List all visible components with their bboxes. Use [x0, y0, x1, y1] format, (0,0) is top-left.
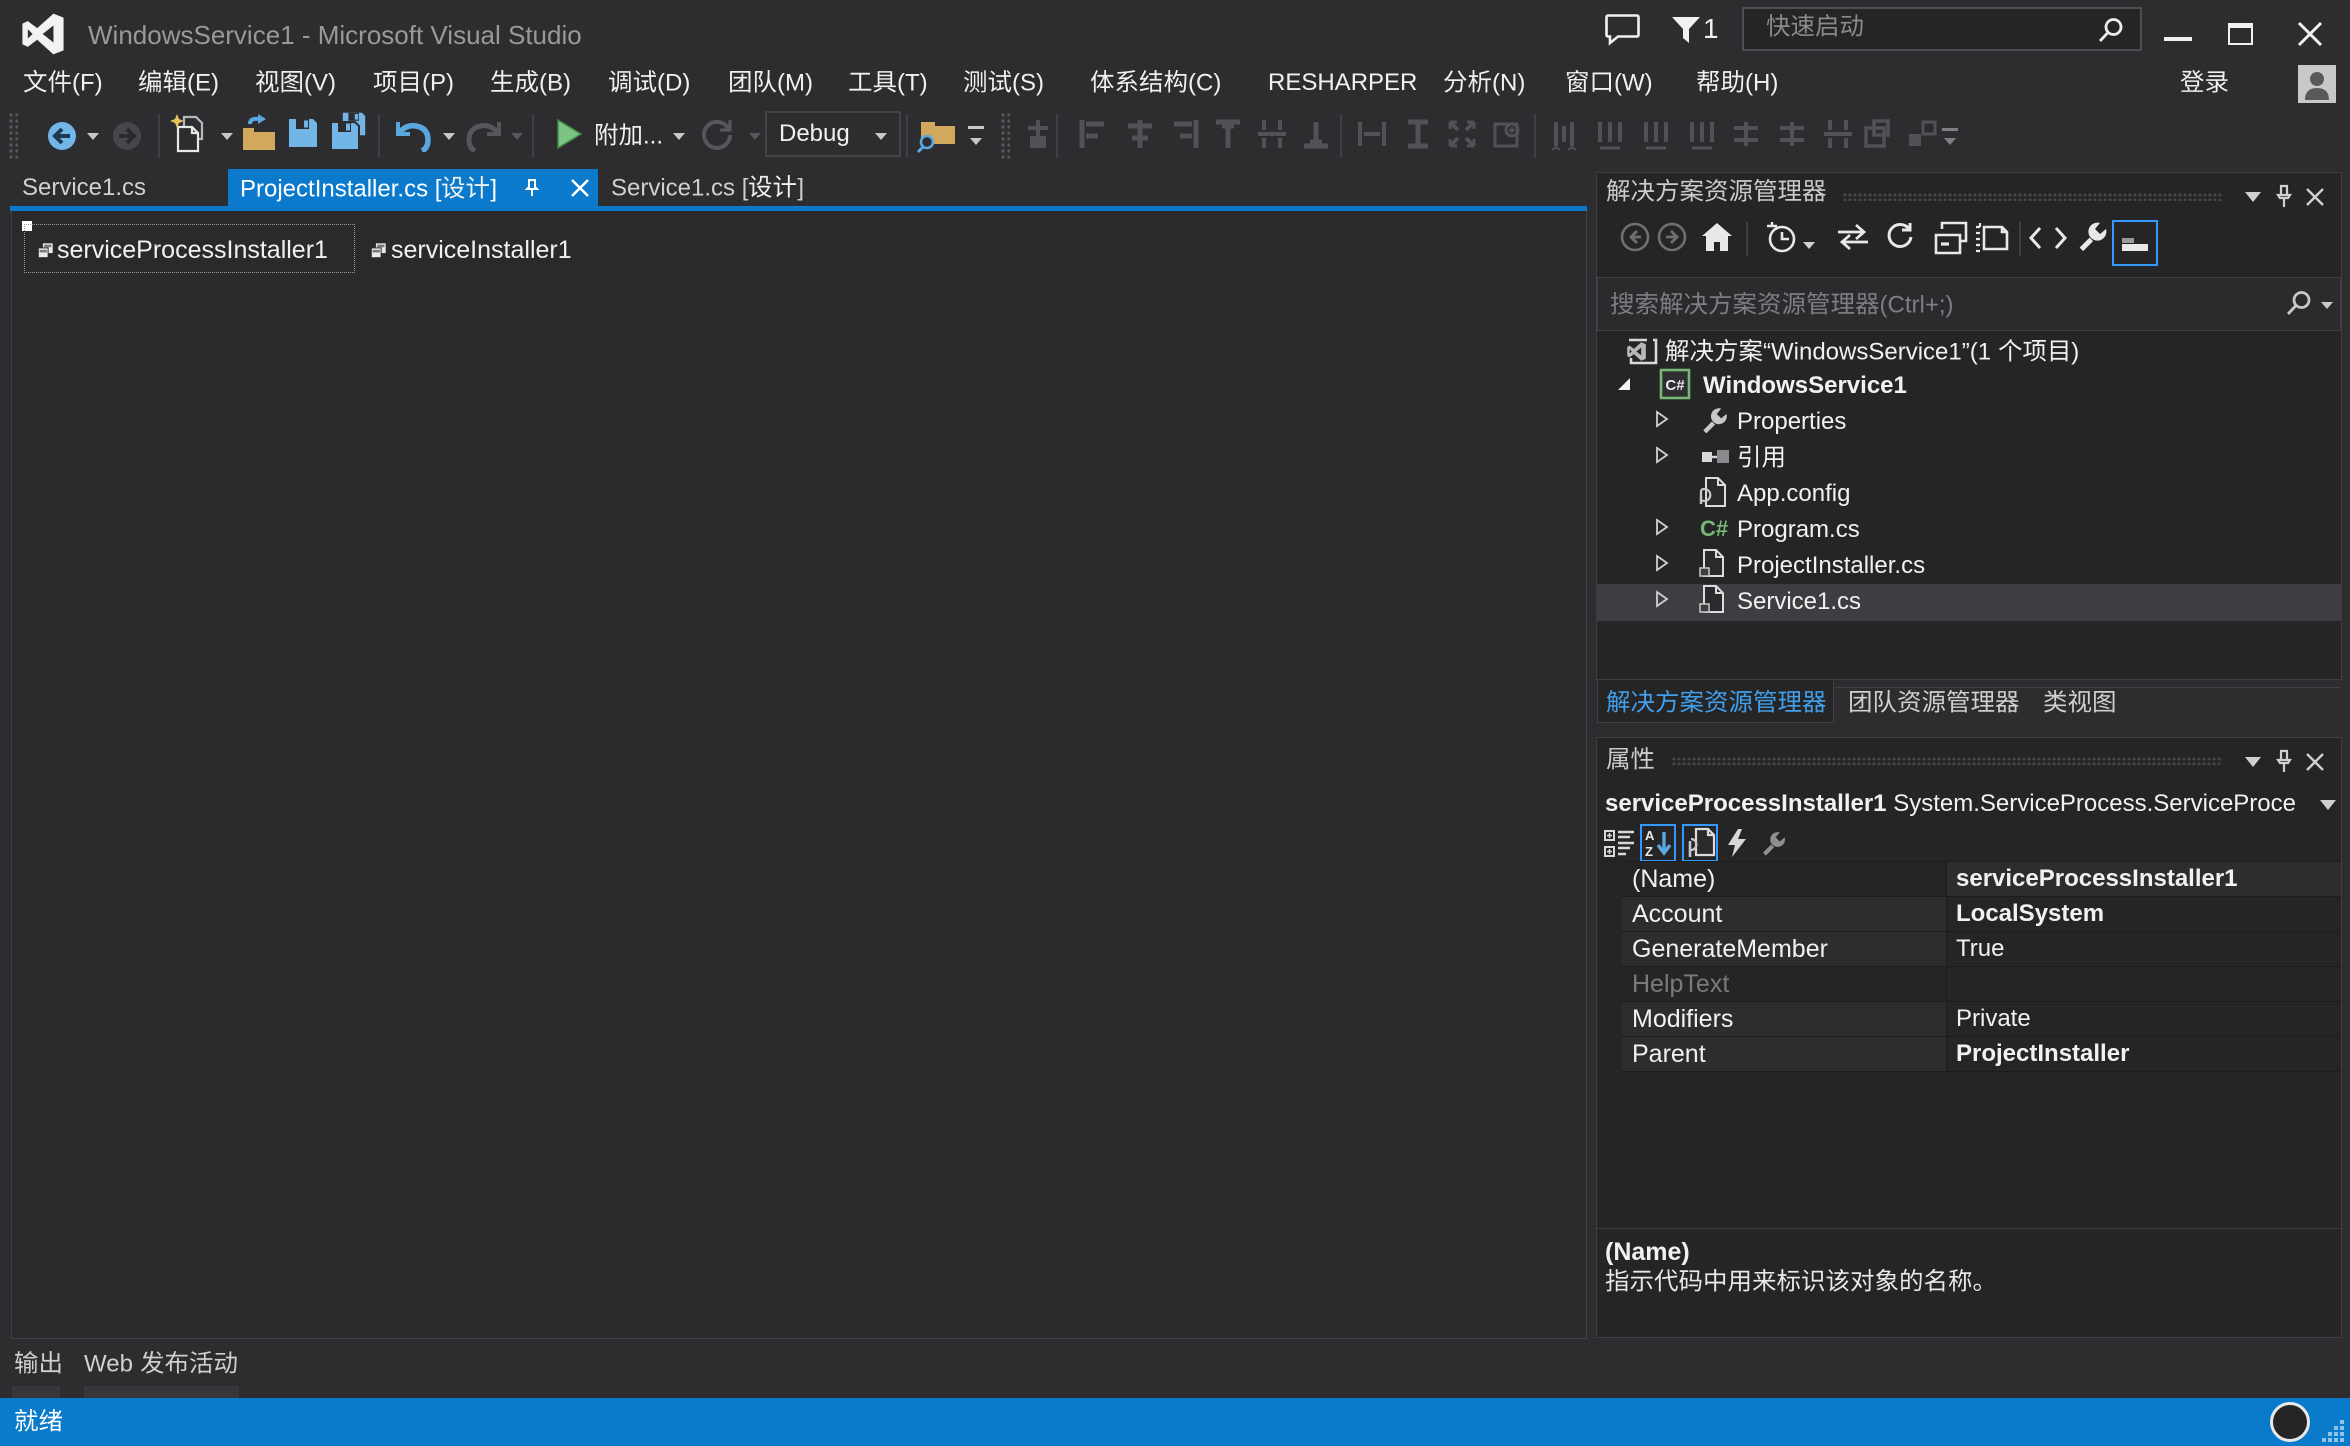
- svg-text:C#: C#: [1700, 516, 1728, 541]
- svg-text:Z: Z: [1645, 844, 1653, 858]
- svg-text:A: A: [1645, 828, 1655, 843]
- svg-text:C#: C#: [1665, 377, 1685, 394]
